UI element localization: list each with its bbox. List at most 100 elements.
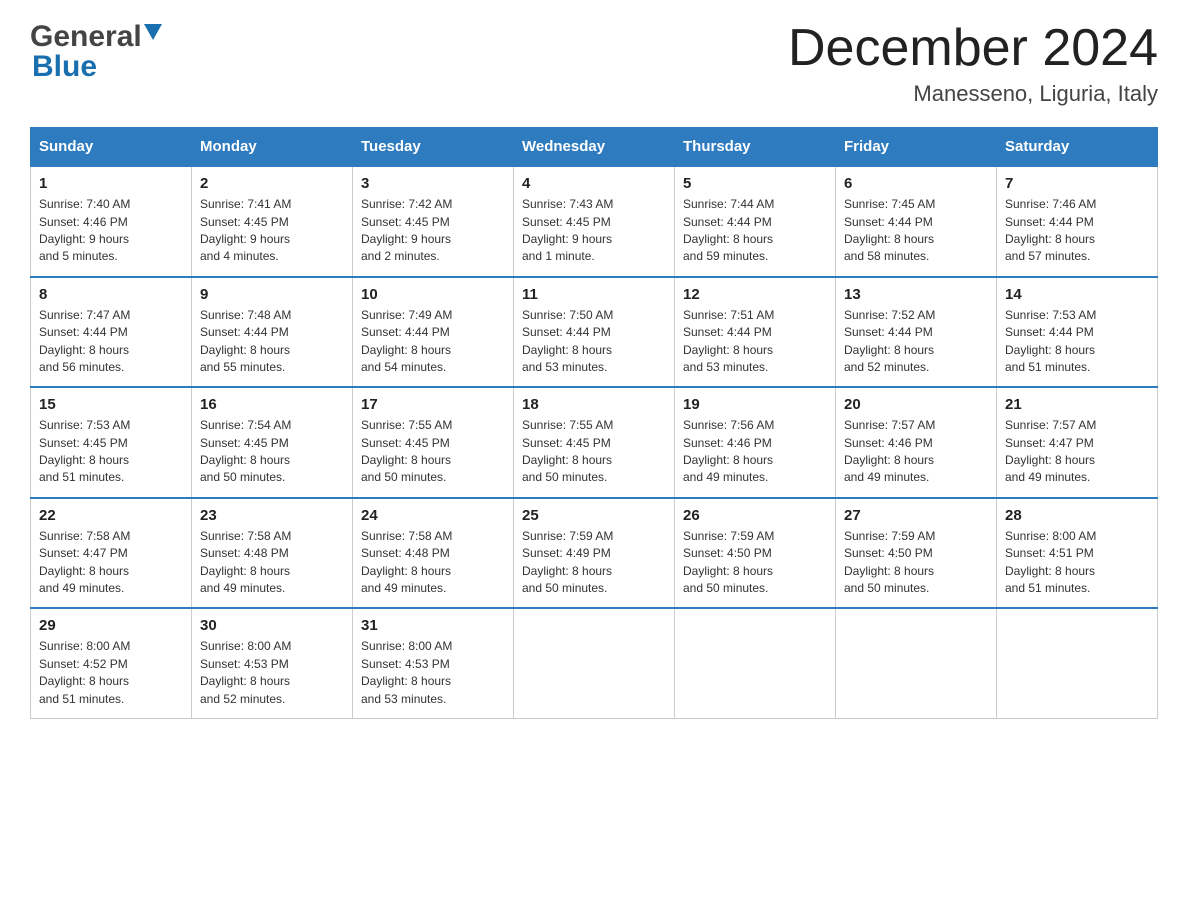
day-info: Sunrise: 7:41 AMSunset: 4:45 PMDaylight:…	[200, 196, 344, 266]
calendar-cell: 13 Sunrise: 7:52 AMSunset: 4:44 PMDaylig…	[836, 277, 997, 388]
calendar-cell	[997, 608, 1158, 718]
day-info: Sunrise: 7:46 AMSunset: 4:44 PMDaylight:…	[1005, 196, 1149, 266]
day-number: 6	[844, 175, 988, 192]
day-number: 29	[39, 617, 183, 634]
calendar-cell: 2 Sunrise: 7:41 AMSunset: 4:45 PMDayligh…	[192, 166, 353, 277]
col-header-thursday: Thursday	[675, 128, 836, 167]
calendar-cell: 14 Sunrise: 7:53 AMSunset: 4:44 PMDaylig…	[997, 277, 1158, 388]
day-info: Sunrise: 7:54 AMSunset: 4:45 PMDaylight:…	[200, 417, 344, 487]
calendar-cell: 16 Sunrise: 7:54 AMSunset: 4:45 PMDaylig…	[192, 387, 353, 498]
location-title: Manesseno, Liguria, Italy	[788, 81, 1158, 107]
calendar-table: SundayMondayTuesdayWednesdayThursdayFrid…	[30, 127, 1158, 719]
day-number: 28	[1005, 507, 1149, 524]
day-number: 18	[522, 396, 666, 413]
day-info: Sunrise: 7:42 AMSunset: 4:45 PMDaylight:…	[361, 196, 505, 266]
day-number: 12	[683, 286, 827, 303]
calendar-cell	[836, 608, 997, 718]
day-info: Sunrise: 7:52 AMSunset: 4:44 PMDaylight:…	[844, 307, 988, 377]
calendar-cell: 20 Sunrise: 7:57 AMSunset: 4:46 PMDaylig…	[836, 387, 997, 498]
calendar-cell: 3 Sunrise: 7:42 AMSunset: 4:45 PMDayligh…	[353, 166, 514, 277]
day-number: 19	[683, 396, 827, 413]
calendar-title-area: December 2024 Manesseno, Liguria, Italy	[788, 20, 1158, 107]
day-info: Sunrise: 7:43 AMSunset: 4:45 PMDaylight:…	[522, 196, 666, 266]
col-header-saturday: Saturday	[997, 128, 1158, 167]
calendar-week-row: 15 Sunrise: 7:53 AMSunset: 4:45 PMDaylig…	[31, 387, 1158, 498]
calendar-cell: 28 Sunrise: 8:00 AMSunset: 4:51 PMDaylig…	[997, 498, 1158, 609]
logo: General Blue	[30, 20, 162, 84]
day-info: Sunrise: 7:53 AMSunset: 4:44 PMDaylight:…	[1005, 307, 1149, 377]
day-info: Sunrise: 7:44 AMSunset: 4:44 PMDaylight:…	[683, 196, 827, 266]
col-header-sunday: Sunday	[31, 128, 192, 167]
day-info: Sunrise: 7:47 AMSunset: 4:44 PMDaylight:…	[39, 307, 183, 377]
calendar-week-row: 8 Sunrise: 7:47 AMSunset: 4:44 PMDayligh…	[31, 277, 1158, 388]
day-number: 3	[361, 175, 505, 192]
day-number: 16	[200, 396, 344, 413]
day-number: 10	[361, 286, 505, 303]
calendar-week-row: 22 Sunrise: 7:58 AMSunset: 4:47 PMDaylig…	[31, 498, 1158, 609]
calendar-cell: 12 Sunrise: 7:51 AMSunset: 4:44 PMDaylig…	[675, 277, 836, 388]
day-info: Sunrise: 7:56 AMSunset: 4:46 PMDaylight:…	[683, 417, 827, 487]
calendar-cell: 26 Sunrise: 7:59 AMSunset: 4:50 PMDaylig…	[675, 498, 836, 609]
calendar-cell: 17 Sunrise: 7:55 AMSunset: 4:45 PMDaylig…	[353, 387, 514, 498]
calendar-cell: 15 Sunrise: 7:53 AMSunset: 4:45 PMDaylig…	[31, 387, 192, 498]
day-info: Sunrise: 8:00 AMSunset: 4:52 PMDaylight:…	[39, 638, 183, 708]
calendar-cell: 7 Sunrise: 7:46 AMSunset: 4:44 PMDayligh…	[997, 166, 1158, 277]
day-number: 24	[361, 507, 505, 524]
day-info: Sunrise: 7:49 AMSunset: 4:44 PMDaylight:…	[361, 307, 505, 377]
day-info: Sunrise: 7:58 AMSunset: 4:47 PMDaylight:…	[39, 528, 183, 598]
day-info: Sunrise: 7:53 AMSunset: 4:45 PMDaylight:…	[39, 417, 183, 487]
day-info: Sunrise: 7:51 AMSunset: 4:44 PMDaylight:…	[683, 307, 827, 377]
day-number: 31	[361, 617, 505, 634]
day-info: Sunrise: 7:48 AMSunset: 4:44 PMDaylight:…	[200, 307, 344, 377]
day-info: Sunrise: 7:59 AMSunset: 4:49 PMDaylight:…	[522, 528, 666, 598]
day-number: 9	[200, 286, 344, 303]
day-number: 22	[39, 507, 183, 524]
calendar-cell: 1 Sunrise: 7:40 AMSunset: 4:46 PMDayligh…	[31, 166, 192, 277]
calendar-cell: 8 Sunrise: 7:47 AMSunset: 4:44 PMDayligh…	[31, 277, 192, 388]
calendar-cell: 4 Sunrise: 7:43 AMSunset: 4:45 PMDayligh…	[514, 166, 675, 277]
day-number: 23	[200, 507, 344, 524]
day-info: Sunrise: 7:50 AMSunset: 4:44 PMDaylight:…	[522, 307, 666, 377]
day-number: 26	[683, 507, 827, 524]
col-header-tuesday: Tuesday	[353, 128, 514, 167]
calendar-cell	[675, 608, 836, 718]
calendar-header-row: SundayMondayTuesdayWednesdayThursdayFrid…	[31, 128, 1158, 167]
calendar-cell: 11 Sunrise: 7:50 AMSunset: 4:44 PMDaylig…	[514, 277, 675, 388]
day-number: 11	[522, 286, 666, 303]
day-info: Sunrise: 7:59 AMSunset: 4:50 PMDaylight:…	[683, 528, 827, 598]
day-number: 2	[200, 175, 344, 192]
calendar-week-row: 1 Sunrise: 7:40 AMSunset: 4:46 PMDayligh…	[31, 166, 1158, 277]
calendar-cell: 31 Sunrise: 8:00 AMSunset: 4:53 PMDaylig…	[353, 608, 514, 718]
calendar-cell: 6 Sunrise: 7:45 AMSunset: 4:44 PMDayligh…	[836, 166, 997, 277]
day-info: Sunrise: 7:58 AMSunset: 4:48 PMDaylight:…	[200, 528, 344, 598]
day-info: Sunrise: 8:00 AMSunset: 4:53 PMDaylight:…	[200, 638, 344, 708]
page-header: General Blue December 2024 Manesseno, Li…	[30, 20, 1158, 107]
calendar-cell: 9 Sunrise: 7:48 AMSunset: 4:44 PMDayligh…	[192, 277, 353, 388]
month-title: December 2024	[788, 20, 1158, 77]
day-number: 20	[844, 396, 988, 413]
calendar-cell: 22 Sunrise: 7:58 AMSunset: 4:47 PMDaylig…	[31, 498, 192, 609]
calendar-cell: 18 Sunrise: 7:55 AMSunset: 4:45 PMDaylig…	[514, 387, 675, 498]
calendar-cell: 24 Sunrise: 7:58 AMSunset: 4:48 PMDaylig…	[353, 498, 514, 609]
day-number: 13	[844, 286, 988, 303]
day-number: 21	[1005, 396, 1149, 413]
col-header-friday: Friday	[836, 128, 997, 167]
day-number: 15	[39, 396, 183, 413]
day-number: 27	[844, 507, 988, 524]
logo-arrow-icon	[144, 24, 162, 40]
calendar-cell: 21 Sunrise: 7:57 AMSunset: 4:47 PMDaylig…	[997, 387, 1158, 498]
day-info: Sunrise: 7:55 AMSunset: 4:45 PMDaylight:…	[361, 417, 505, 487]
calendar-cell: 29 Sunrise: 8:00 AMSunset: 4:52 PMDaylig…	[31, 608, 192, 718]
day-number: 5	[683, 175, 827, 192]
calendar-cell: 25 Sunrise: 7:59 AMSunset: 4:49 PMDaylig…	[514, 498, 675, 609]
day-info: Sunrise: 7:57 AMSunset: 4:47 PMDaylight:…	[1005, 417, 1149, 487]
day-info: Sunrise: 7:55 AMSunset: 4:45 PMDaylight:…	[522, 417, 666, 487]
calendar-week-row: 29 Sunrise: 8:00 AMSunset: 4:52 PMDaylig…	[31, 608, 1158, 718]
calendar-cell: 5 Sunrise: 7:44 AMSunset: 4:44 PMDayligh…	[675, 166, 836, 277]
calendar-cell: 27 Sunrise: 7:59 AMSunset: 4:50 PMDaylig…	[836, 498, 997, 609]
day-number: 30	[200, 617, 344, 634]
day-info: Sunrise: 7:58 AMSunset: 4:48 PMDaylight:…	[361, 528, 505, 598]
day-number: 17	[361, 396, 505, 413]
calendar-cell: 10 Sunrise: 7:49 AMSunset: 4:44 PMDaylig…	[353, 277, 514, 388]
day-info: Sunrise: 7:59 AMSunset: 4:50 PMDaylight:…	[844, 528, 988, 598]
